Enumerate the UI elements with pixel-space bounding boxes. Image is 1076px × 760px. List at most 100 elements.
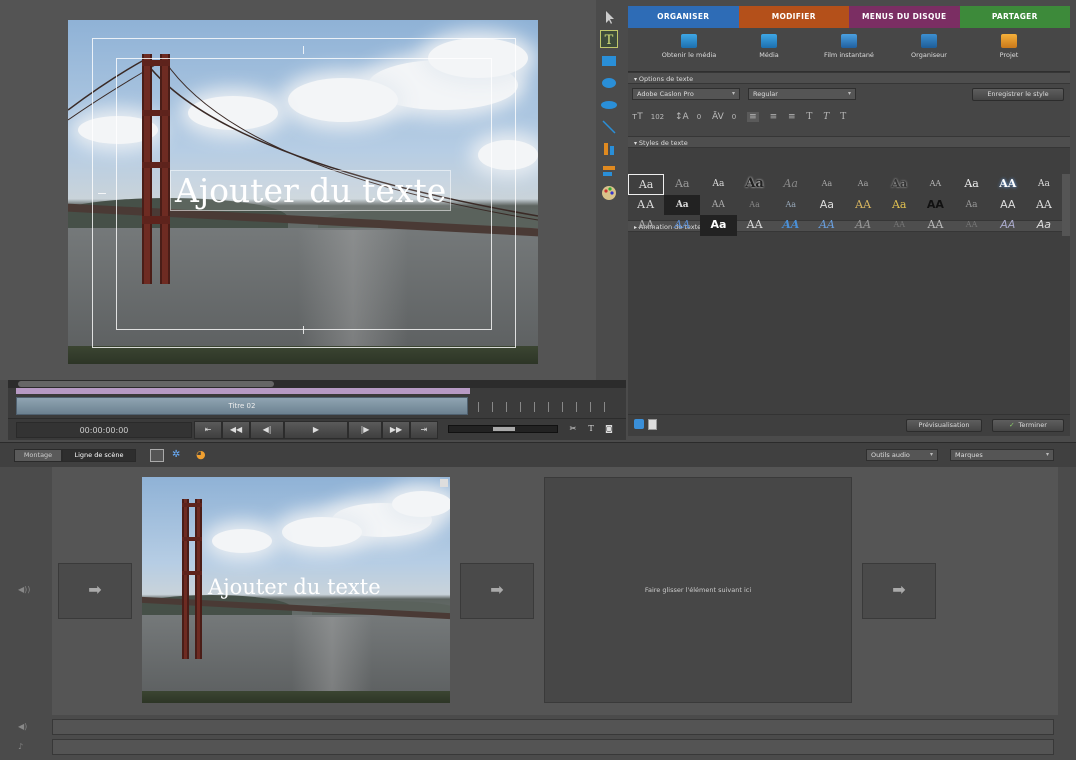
info-icon[interactable] (634, 419, 644, 429)
font-size-value[interactable]: 102 (651, 113, 664, 121)
transition-slot[interactable]: ➡ (862, 563, 936, 619)
style-swatch[interactable]: AA (809, 215, 845, 236)
align-right-icon[interactable]: ≡ (788, 112, 796, 122)
style-swatch[interactable]: AA (990, 195, 1026, 216)
play-button[interactable]: ▶ (284, 421, 348, 439)
work-area-bar[interactable] (16, 388, 470, 394)
style-swatch[interactable]: Aa (664, 174, 700, 195)
style-swatch[interactable]: AA (1026, 195, 1062, 216)
save-style-button[interactable]: Enregistrer le style (972, 88, 1064, 101)
audio-tools-select[interactable]: Outils audio (866, 449, 938, 461)
instant-movie-button[interactable]: Film instantané (814, 34, 884, 71)
text-options-header[interactable]: Options de texte (628, 72, 1070, 84)
style-swatch[interactable]: Aa (809, 195, 845, 216)
text-tool-icon[interactable]: T (600, 30, 618, 48)
style-swatch[interactable]: Aa (1026, 215, 1062, 236)
vertical-align-tool-icon[interactable] (600, 140, 618, 158)
soundtrack-track[interactable] (52, 739, 1054, 755)
shuttle-jog[interactable] (448, 425, 558, 433)
transition-slot[interactable]: ➡ (58, 563, 132, 619)
project-button[interactable]: Projet (974, 34, 1044, 71)
freeze-frame-icon[interactable]: ◙ (600, 421, 618, 439)
style-swatch[interactable]: Aa (881, 195, 917, 216)
weight-select[interactable]: Regular (748, 88, 856, 100)
scene-properties-icon[interactable] (150, 449, 164, 462)
style-swatch[interactable]: AA (917, 195, 953, 216)
tab-partager[interactable]: PARTAGER (959, 6, 1070, 28)
smart-fix-icon[interactable]: ✲ (172, 449, 180, 460)
style-swatch[interactable]: Aa (737, 195, 773, 216)
style-swatch[interactable]: AA (845, 215, 881, 236)
rectangle-tool-icon[interactable] (600, 52, 618, 70)
styles-scrollbar[interactable] (1062, 174, 1070, 236)
timecode-display[interactable]: 00:00:00:00 (16, 422, 192, 438)
font-select[interactable]: Adobe Caslon Pro (632, 88, 740, 100)
style-swatch[interactable]: AA (917, 215, 953, 236)
leading-value[interactable]: 0 (697, 113, 701, 121)
goto-in-button[interactable]: ⇤ (194, 421, 222, 439)
add-title-button[interactable]: T (582, 421, 600, 439)
fast-forward-button[interactable]: ▶▶ (382, 421, 410, 439)
style-swatch[interactable]: AA (954, 215, 990, 236)
style-swatch[interactable]: AA (773, 215, 809, 236)
color-palette-icon[interactable] (600, 184, 618, 202)
step-back-button[interactable]: ◀| (250, 421, 284, 439)
media-button[interactable]: Média (734, 34, 804, 71)
tab-menus-disque[interactable]: MENUS DU DISQUE (849, 6, 960, 28)
smart-tag-icon[interactable]: ◕ (196, 448, 206, 461)
style-swatch[interactable]: Aa (700, 174, 736, 195)
style-swatch[interactable]: Aa (809, 174, 845, 195)
tab-montage[interactable]: Montage (14, 449, 62, 462)
line-tool-icon[interactable] (600, 118, 618, 136)
zoom-scrollbar[interactable] (8, 380, 626, 388)
ellipse-tool-icon[interactable] (600, 96, 618, 114)
tab-organiser[interactable]: ORGANISER (628, 6, 739, 28)
markers-select[interactable]: Marques (950, 449, 1054, 461)
transition-slot[interactable]: ➡ (460, 563, 534, 619)
style-swatch[interactable]: Aa (954, 195, 990, 216)
text-styles-header[interactable]: Styles de texte (628, 136, 1070, 148)
split-clip-button[interactable]: ✂ (564, 421, 582, 439)
goto-out-button[interactable]: ⇥ (410, 421, 438, 439)
new-page-icon[interactable] (648, 419, 657, 430)
style-swatch[interactable]: Aa (700, 215, 737, 236)
style-swatch[interactable]: Aa (1026, 174, 1062, 195)
next-clip-dropzone[interactable]: Faire glisser l'élément suivant ici (544, 477, 852, 703)
horizontal-align-tool-icon[interactable] (600, 162, 618, 180)
text-italic-icon[interactable]: T (823, 112, 829, 122)
organizer-button[interactable]: Organiseur (894, 34, 964, 71)
done-button[interactable]: ✓ Terminer (992, 419, 1064, 432)
style-swatch[interactable]: Aa (845, 174, 881, 195)
style-swatch[interactable]: Aa (664, 194, 701, 216)
style-swatch[interactable]: AA (845, 195, 881, 216)
text-bold-icon[interactable]: T (806, 112, 812, 122)
get-media-button[interactable]: Obtenir le média (654, 34, 724, 71)
step-forward-button[interactable]: |▶ (348, 421, 382, 439)
selection-tool-icon[interactable] (600, 8, 618, 26)
style-swatch[interactable]: Aa (628, 174, 665, 195)
preview-button[interactable]: Prévisualisation (906, 419, 982, 432)
style-swatch[interactable]: Aa (773, 174, 809, 195)
style-swatch[interactable]: AA (628, 215, 664, 236)
scene-thumbnail[interactable]: Ajouter du texte (142, 477, 450, 703)
align-center-icon[interactable]: ≡ (770, 112, 778, 122)
style-swatch[interactable]: AA (664, 215, 700, 236)
style-swatch[interactable]: Aa (954, 174, 990, 195)
style-swatch[interactable]: AA (917, 174, 953, 195)
style-swatch[interactable]: AA (700, 195, 736, 216)
style-swatch[interactable]: Aa (737, 174, 773, 195)
style-swatch[interactable]: AA (990, 215, 1026, 236)
rounded-rect-tool-icon[interactable] (600, 74, 618, 92)
title-clip[interactable]: Titre 02 (16, 397, 468, 415)
style-swatch[interactable]: Aa (773, 195, 809, 216)
kerning-value[interactable]: 0 (732, 113, 736, 121)
tab-modifier[interactable]: MODIFIER (738, 6, 849, 28)
align-left-icon[interactable]: ≡ (747, 112, 759, 122)
rewind-button[interactable]: ◀◀ (222, 421, 250, 439)
style-swatch[interactable]: AA (990, 174, 1026, 195)
style-swatch[interactable]: AA (628, 195, 664, 216)
style-swatch[interactable]: AA (737, 215, 773, 236)
style-swatch[interactable]: Aa (881, 174, 917, 195)
style-swatch[interactable]: AA (881, 215, 917, 236)
narration-track[interactable] (52, 719, 1054, 735)
